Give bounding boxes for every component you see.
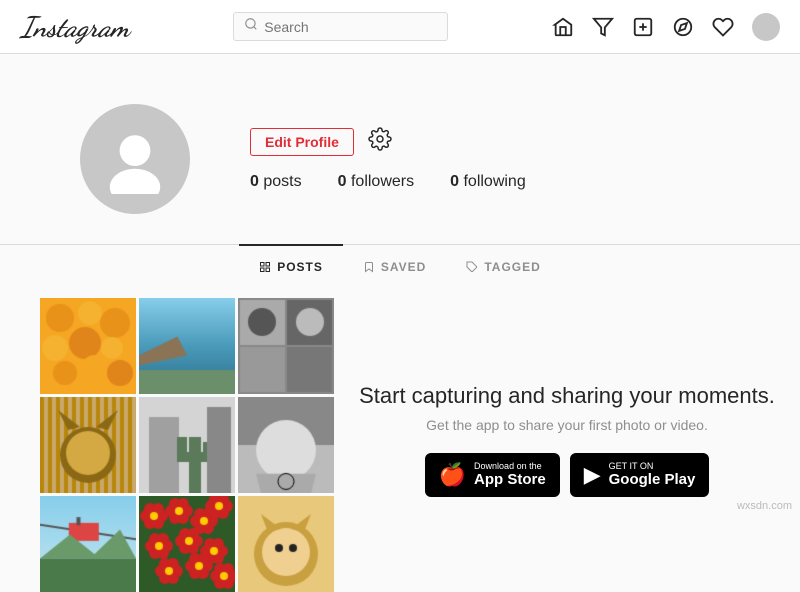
followers-stat: 0 followers: [338, 173, 415, 191]
username-row: Edit Profile: [250, 127, 720, 157]
tab-posts[interactable]: POSTS: [239, 244, 343, 288]
promo-subtitle: Get the app to share your first photo or…: [426, 417, 708, 433]
app-store-large-label: App Store: [474, 471, 546, 489]
photo-cell-1[interactable]: [40, 298, 136, 394]
app-buttons: 🍎 Download on the App Store ▶ GET IT ON …: [425, 453, 710, 498]
google-play-large-label: Google Play: [609, 471, 696, 489]
app-store-button[interactable]: 🍎 Download on the App Store: [425, 453, 560, 498]
tab-saved[interactable]: SAVED: [343, 244, 446, 288]
nav-icons: [552, 13, 780, 41]
promo-title: Start capturing and sharing your moments…: [359, 383, 775, 409]
photo-cell-2[interactable]: [139, 298, 235, 394]
user-avatar-nav[interactable]: [752, 13, 780, 41]
photo-grid: [0, 288, 334, 592]
google-play-small-label: GET IT ON: [609, 461, 696, 472]
photo-cell-5[interactable]: [139, 397, 235, 493]
followers-count: 0: [338, 173, 347, 190]
following-count: 0: [450, 173, 459, 190]
photo-cell-6[interactable]: [238, 397, 334, 493]
tab-tagged-label: TAGGED: [484, 260, 540, 274]
photo-cell-8[interactable]: [139, 496, 235, 592]
google-play-button[interactable]: ▶ GET IT ON Google Play: [570, 453, 710, 498]
photo-cell-9[interactable]: [238, 496, 334, 592]
profile-info: Edit Profile 0 posts 0 followers: [250, 127, 720, 191]
compass-icon[interactable]: [672, 16, 694, 38]
header: Instagram: [0, 0, 800, 54]
plus-square-icon[interactable]: [632, 16, 654, 38]
tab-saved-label: SAVED: [381, 260, 426, 274]
app-store-small-label: Download on the: [474, 461, 546, 472]
logo: Instagram: [20, 10, 130, 44]
edit-profile-button[interactable]: Edit Profile: [250, 128, 354, 156]
filter-icon[interactable]: [592, 16, 614, 38]
main-content: Edit Profile 0 posts 0 followers: [0, 54, 800, 592]
photo-cell-4[interactable]: [40, 397, 136, 493]
posts-stat: 0 posts: [250, 173, 302, 191]
photo-cell-3[interactable]: [238, 298, 334, 394]
posts-count: 0: [250, 173, 259, 190]
google-play-icon: ▶: [584, 462, 601, 488]
following-stat: 0 following: [450, 173, 526, 191]
content-area: Start capturing and sharing your moments…: [0, 288, 800, 592]
photo-cell-7[interactable]: [40, 496, 136, 592]
profile-stats: 0 posts 0 followers 0 following: [250, 173, 720, 191]
settings-icon[interactable]: [368, 127, 392, 157]
heart-icon[interactable]: [712, 16, 734, 38]
app-store-text: Download on the App Store: [474, 461, 546, 490]
tab-tagged[interactable]: TAGGED: [446, 244, 560, 288]
home-icon[interactable]: [552, 16, 574, 38]
apple-icon: 🍎: [439, 462, 466, 488]
following-label: following: [463, 173, 525, 190]
tabs-bar: POSTS SAVED TAGGED: [0, 244, 800, 288]
search-icon: [244, 17, 258, 36]
posts-label: posts: [263, 173, 301, 190]
tab-posts-label: POSTS: [277, 260, 323, 274]
watermark: wxsdn.com: [737, 500, 792, 512]
profile-section: Edit Profile 0 posts 0 followers: [80, 84, 720, 244]
search-input[interactable]: [264, 19, 424, 35]
profile-avatar[interactable]: [80, 104, 190, 214]
search-bar[interactable]: [233, 12, 448, 41]
google-play-text: GET IT ON Google Play: [609, 461, 696, 490]
followers-label: followers: [351, 173, 414, 190]
promo-panel: Start capturing and sharing your moments…: [334, 288, 800, 592]
